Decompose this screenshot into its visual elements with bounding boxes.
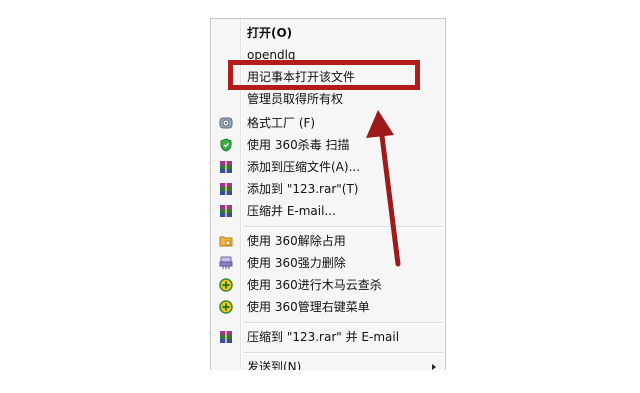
annotation-arrow-head: [366, 110, 394, 138]
annotation-arrow-shaft: [379, 133, 401, 267]
annotation-arrow: [366, 110, 401, 267]
